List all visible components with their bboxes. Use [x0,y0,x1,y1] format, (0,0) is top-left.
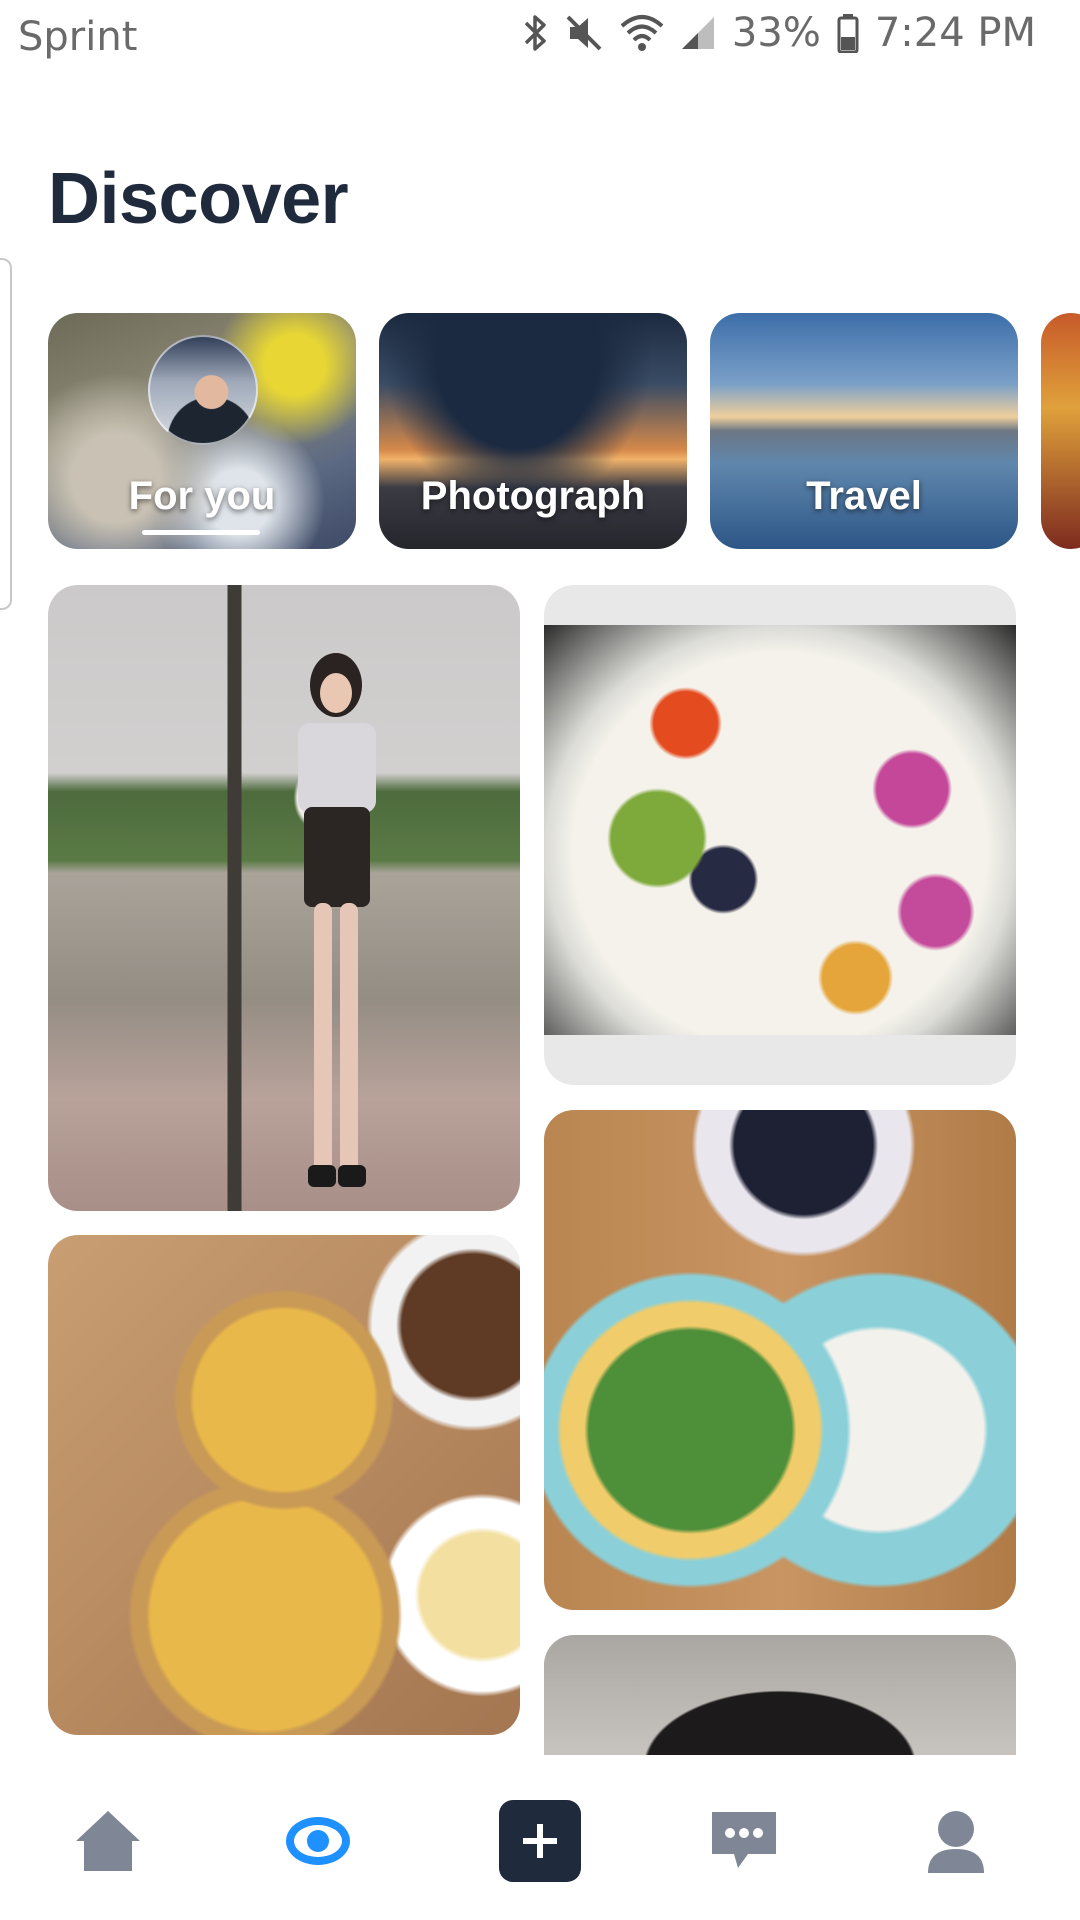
category-label: Travel [806,474,922,518]
add-icon [499,1800,581,1882]
bottom-nav [0,1762,1080,1920]
feed-item-portrait-photo[interactable] [544,1635,1016,1755]
fruit-bowl-image [544,625,1016,1035]
feed-item-fruit-yogurt-photo[interactable] [544,585,1016,1085]
feed-item-pizza-photo[interactable] [48,1235,520,1735]
discover-screen: Sprint 33% 7:24 PM Discover For you Phot… [0,0,1080,1920]
avatar [148,335,258,445]
category-next-peek[interactable] [1041,313,1080,549]
mute-icon [564,13,604,53]
carrier-name: Sprint [18,14,138,60]
category-label: Photograph [420,474,646,518]
edge-panel-handle[interactable] [0,258,12,610]
status-icons: 33% 7:24 PM [522,10,1036,56]
feed-item-bento-photo[interactable] [544,1110,1016,1610]
person-figure [298,653,376,1187]
wifi-icon [620,14,664,52]
profile-icon[interactable] [888,1762,1024,1920]
discover-eye-icon[interactable] [250,1762,386,1920]
feed-item-girl-photo[interactable] [48,585,520,1211]
category-photograph[interactable]: Photograph [379,313,687,549]
category-travel[interactable]: Travel [710,313,1018,549]
bluetooth-icon [522,13,548,53]
signal-icon [680,15,716,51]
battery-icon [837,13,859,53]
messages-icon[interactable] [676,1762,812,1920]
category-label: For you [128,474,276,518]
category-strip[interactable]: For you Photograph Travel [48,313,1080,549]
status-bar: Sprint 33% 7:24 PM [0,0,1080,80]
battery-percent: 33% [731,10,821,56]
page-title: Discover [48,159,349,239]
home-icon[interactable] [40,1762,176,1920]
clock: 7:24 PM [874,10,1036,56]
add-button[interactable] [472,1762,608,1920]
category-for-you[interactable]: For you [48,313,356,549]
selected-indicator [142,530,260,535]
